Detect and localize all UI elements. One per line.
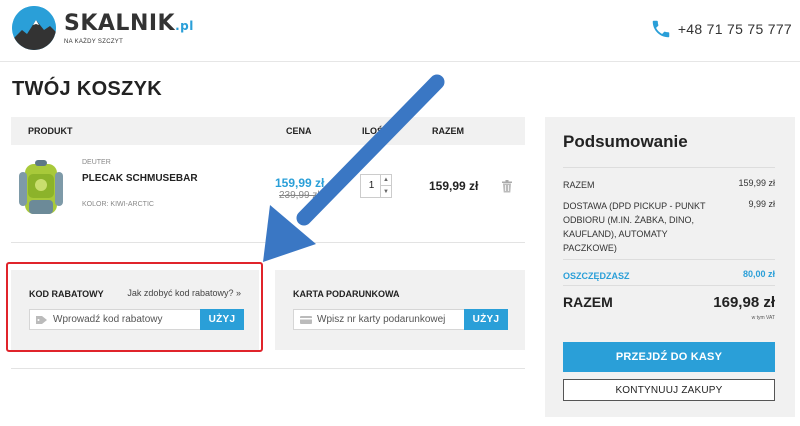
checkout-button[interactable]: PRZEJDŹ DO KASY xyxy=(563,342,775,372)
summary-row-subtotal: RAZEM 159,99 zł xyxy=(563,178,775,192)
quantity-increase-icon[interactable]: ▲ xyxy=(381,175,391,186)
product-brand: DEUTER xyxy=(82,159,111,166)
quantity-value[interactable]: 1 xyxy=(361,180,382,191)
product-price: 159,99 zł xyxy=(275,176,325,190)
summary-total-value: 169,98 zł xyxy=(713,294,775,311)
summary-title: Podsumowanie xyxy=(563,132,688,151)
column-product: PRODUKT xyxy=(28,126,73,136)
product-old-price: 239,99 zł xyxy=(279,190,320,201)
giftcard-box: KARTA PODARUNKOWA UŻYJ xyxy=(275,270,525,350)
summary-total-label: RAZEM xyxy=(563,294,613,310)
giftcard-input-wrapper[interactable] xyxy=(293,309,467,330)
continue-shopping-button[interactable]: KONTYNUUJ ZAKUPY xyxy=(563,379,775,401)
logo-suffix: .pl xyxy=(175,19,194,33)
divider xyxy=(11,242,525,243)
giftcard-title: KARTA PODARUNKOWA xyxy=(293,289,400,299)
divider xyxy=(563,167,775,168)
highlight-frame xyxy=(6,262,263,352)
item-total: 159,99 zł xyxy=(429,179,479,193)
logo-tagline: NA KAŻDY SZCZYT xyxy=(64,39,124,45)
summary-row-savings: OSZCZĘDZASZ 80,00 zł xyxy=(563,269,775,283)
logo-mountain-icon xyxy=(12,6,56,50)
summary-shipping-label: DOSTAWA (DPD PICKUP - PUNKT ODBIORU (M.I… xyxy=(563,201,706,253)
divider xyxy=(11,368,525,369)
column-total: RAZEM xyxy=(432,126,464,136)
order-summary: Podsumowanie RAZEM 159,99 zł DOSTAWA (DP… xyxy=(545,117,795,417)
trash-icon[interactable] xyxy=(501,180,513,193)
phone-icon xyxy=(652,20,670,38)
page-title: TWÓJ KOSZYK xyxy=(12,78,162,100)
summary-savings-value: 80,00 zł xyxy=(742,269,775,279)
column-qty: ILOŚ xyxy=(362,126,384,136)
quantity-stepper[interactable]: 1 ▲ ▼ xyxy=(360,174,392,198)
phone-number: +48 71 75 75 777 xyxy=(677,21,792,37)
product-name[interactable]: PLECAK SCHMUSEBAR xyxy=(82,173,198,184)
logo[interactable]: SKALNIK.pl NA KAŻDY SZCZYT xyxy=(12,6,194,50)
product-color: KOLOR: KIWI-ARCTIC xyxy=(82,201,154,208)
summary-shipping-value: 9,99 zł xyxy=(748,199,775,209)
summary-subtotal-label: RAZEM xyxy=(563,180,595,190)
gift-card-icon xyxy=(300,316,312,324)
logo-brand: SKALNIK.pl xyxy=(64,11,194,36)
vat-note: w tym VAT xyxy=(751,315,775,321)
summary-subtotal-value: 159,99 zł xyxy=(738,178,775,188)
cart-item-row: DEUTER PLECAK SCHMUSEBAR KOLOR: KIWI-ARC… xyxy=(11,150,525,240)
phone-contact[interactable]: +48 71 75 75 777 xyxy=(650,18,792,40)
column-price: CENA xyxy=(286,126,312,136)
apply-giftcard-button[interactable]: UŻYJ xyxy=(464,309,508,330)
product-image[interactable] xyxy=(11,158,69,222)
giftcard-input[interactable] xyxy=(317,310,467,329)
summary-row-shipping: DOSTAWA (DPD PICKUP - PUNKT ODBIORU (M.I… xyxy=(563,199,775,259)
site-header: SKALNIK.pl NA KAŻDY SZCZYT +48 71 75 75 … xyxy=(0,0,800,62)
summary-savings-label: OSZCZĘDZASZ xyxy=(563,271,630,281)
cart-table-header: PRODUKT CENA ILOŚ RAZEM xyxy=(11,117,525,145)
quantity-decrease-icon[interactable]: ▼ xyxy=(381,186,391,197)
divider xyxy=(563,259,775,260)
divider xyxy=(563,285,775,286)
